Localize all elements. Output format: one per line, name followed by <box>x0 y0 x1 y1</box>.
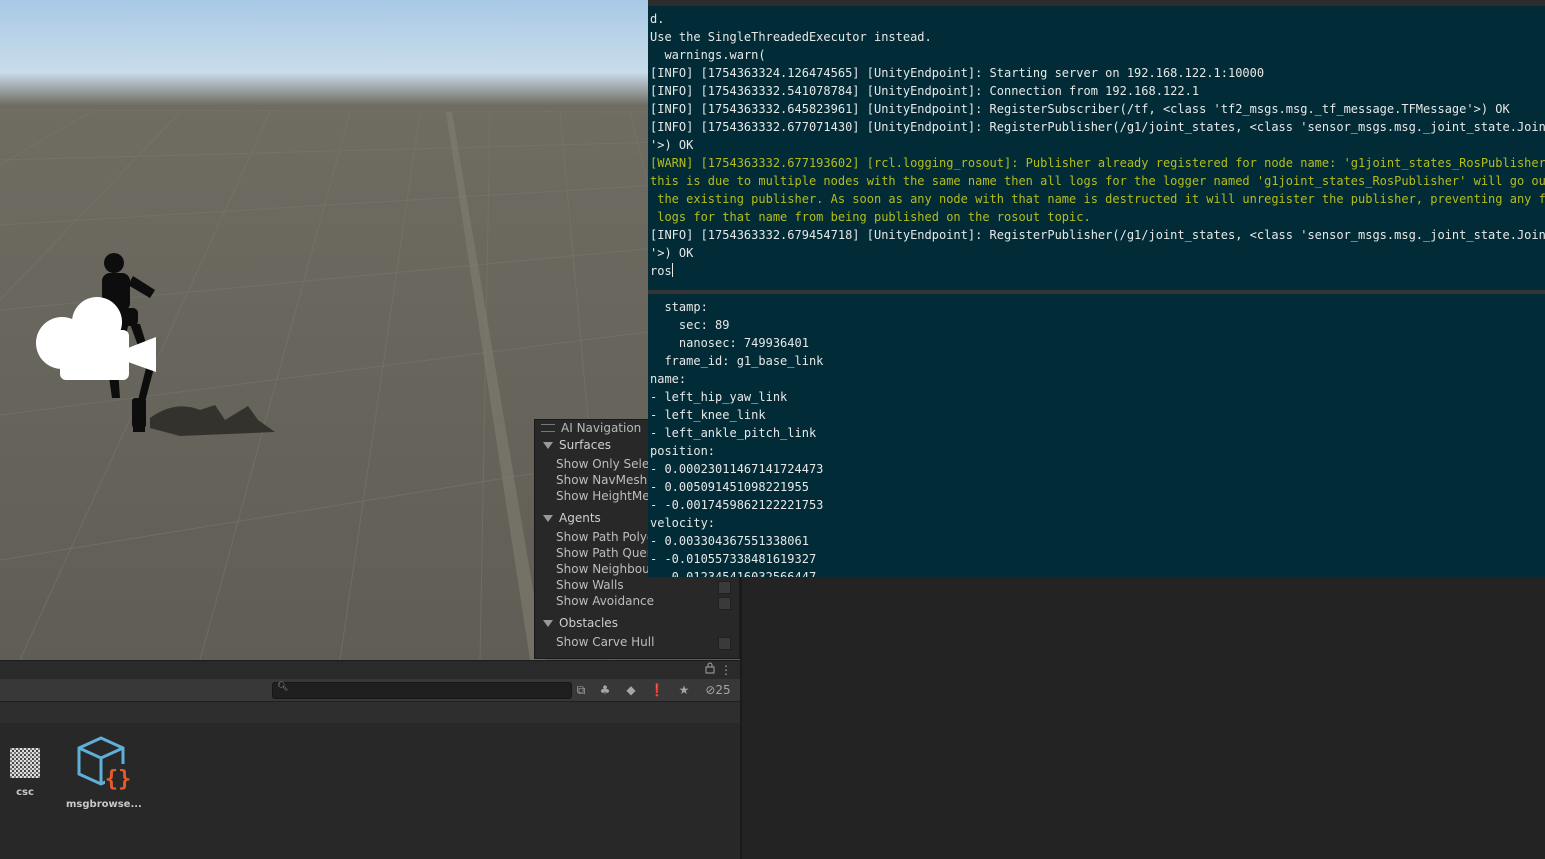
ai-navigation-title[interactable]: AI Navigation <box>541 421 641 435</box>
show-walls-checkbox[interactable] <box>718 581 731 594</box>
terminal-warn-line: the existing publisher. As soon as any n… <box>650 192 1545 206</box>
project-toolbar: 🔍︎ ⧉ ♣ ◆ ❗ ★ ⊘25 <box>0 679 740 701</box>
warning-filter-icon[interactable]: ❗ <box>647 681 667 699</box>
svg-text:{}: {} <box>105 767 131 792</box>
terminal-line: warnings.warn( <box>650 48 766 62</box>
panel-tab-bar: ⋮ <box>0 660 740 680</box>
more-options-icon[interactable]: ⋮ <box>716 661 736 679</box>
terminal-warn-line: logs for that name from being published … <box>650 210 1091 224</box>
terminal-line: - 0.005091451098221955 <box>650 480 809 494</box>
prompt-input-text: ros <box>650 264 672 278</box>
terminal-line: [INFO] [1754363324.126474565] [UnityEndp… <box>650 66 1265 80</box>
terminal-line: name: <box>650 372 687 386</box>
asset-label: csc <box>16 787 34 798</box>
asset-item[interactable]: csc <box>6 746 44 798</box>
terminal-line: stamp: <box>650 300 708 314</box>
terminal-line: - left_knee_link <box>650 408 766 422</box>
search-by-type-icon[interactable]: ⧉ <box>571 681 591 699</box>
text-cursor <box>671 263 673 277</box>
terminal-line: sec: 89 <box>650 318 730 332</box>
terminal-line: [INFO] [1754363332.541078784] [UnityEndp… <box>650 84 1200 98</box>
terminal-prompt[interactable]: ros <box>650 262 1545 280</box>
terminal-line: - 0.003304367551338061 <box>650 534 809 548</box>
filter-by-label-icon[interactable]: ◆ <box>621 681 641 699</box>
terminal-line: '>) OK <box>650 138 694 152</box>
asset-label: msgbrowse... <box>66 799 142 810</box>
show-carve-hull-checkbox[interactable] <box>718 637 731 650</box>
favorite-star-icon[interactable]: ★ <box>674 681 694 699</box>
terminal-line: [INFO] [1754363332.677071430] [UnityEndp… <box>650 120 1545 134</box>
search-input[interactable]: 🔍︎ <box>272 682 572 699</box>
terminal-line: - 0.00023011467141724473 <box>650 462 824 476</box>
search-icon: 🔍︎ <box>277 682 289 692</box>
eye-slash-icon: ⊘ <box>705 683 716 697</box>
terminal-line: Use the SingleThreadedExecutor instead. <box>650 30 932 44</box>
surfaces-group-header[interactable]: Surfaces <box>543 438 611 452</box>
foldout-arrow-icon <box>543 441 553 449</box>
obstacles-group-header[interactable]: Obstacles <box>543 616 618 630</box>
terminal-line: - left_hip_yaw_link <box>650 390 788 404</box>
terminal-line: - -0.010557338481619327 <box>650 552 817 566</box>
terminal-line: frame_id: g1_base_link <box>650 354 824 368</box>
drag-handle-icon[interactable] <box>541 424 555 432</box>
terminal-line: '>) OK <box>650 246 694 260</box>
texture-thumbnail-icon <box>10 748 40 778</box>
terminal-line: velocity: <box>650 516 716 530</box>
terminal-line: position: <box>650 444 716 458</box>
terminal-line: d. <box>650 12 665 26</box>
agents-group-header[interactable]: Agents <box>543 511 601 525</box>
terminal-line: - -0.0017459862122221753 <box>650 498 824 512</box>
terminal-line: - left_ankle_pitch_link <box>650 426 817 440</box>
show-walls-toggle[interactable]: Show Walls <box>556 578 686 592</box>
show-avoidance-toggle[interactable]: Show Avoidance <box>556 594 686 608</box>
asset-item[interactable]: {} msgbrowse... <box>66 734 142 810</box>
filter-by-type-icon[interactable]: ♣ <box>595 681 615 699</box>
script-asset-icon: {} <box>77 736 131 792</box>
terminal-topic-echo[interactable]: stamp: sec: 89 nanosec: 749936401 frame_… <box>648 290 1545 577</box>
terminal-line: [INFO] [1754363332.645823961] [UnityEndp… <box>650 102 1510 116</box>
terminal-line: - -0.012345416032566447 <box>650 570 817 577</box>
terminal-ros-endpoint[interactable]: d. Use the SingleThreadedExecutor instea… <box>648 0 1545 290</box>
show-carve-hull-toggle[interactable]: Show Carve Hull <box>556 635 686 649</box>
breadcrumb-bar <box>0 701 740 723</box>
project-panel: ⋮ 🔍︎ ⧉ ♣ ◆ ❗ ★ ⊘25 csc {} msgbrowse... <box>0 660 740 859</box>
terminal-warn-line: this is due to multiple nodes with the s… <box>650 174 1545 188</box>
foldout-arrow-icon <box>543 514 553 522</box>
foldout-arrow-icon <box>543 619 553 627</box>
terminal-line: [INFO] [1754363332.679454718] [UnityEndp… <box>650 228 1545 242</box>
terminal-line: nanosec: 749936401 <box>650 336 809 350</box>
hidden-packages-toggle[interactable]: ⊘25 <box>700 681 736 699</box>
terminal-warn-line: [WARN] [1754363332.677193602] [rcl.loggi… <box>650 156 1545 170</box>
empty-editor-area <box>740 577 1545 859</box>
show-avoidance-checkbox[interactable] <box>718 597 731 610</box>
